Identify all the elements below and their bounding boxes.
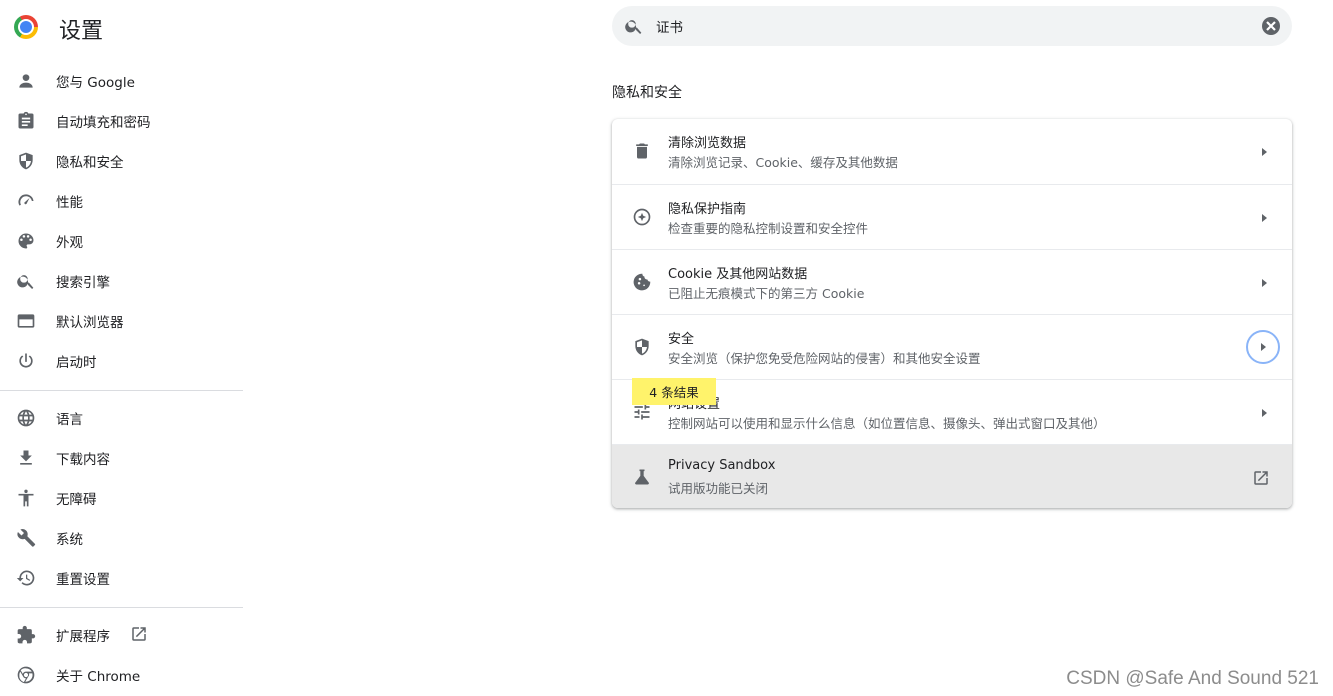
row-subtitle: 检查重要的隐私控制设置和安全控件 [668,221,869,236]
sidebar-item-label: 性能 [56,195,83,211]
sidebar-item-label: 关于 Chrome [56,669,141,685]
row-privacy-sandbox[interactable]: Privacy Sandbox 试用版功能已关闭 [612,444,1292,508]
sidebar-divider [0,390,243,391]
sidebar-item-privacy-security[interactable]: 隐私和安全 [0,141,243,181]
sidebar-item-system[interactable]: 系统 [0,518,243,558]
speedometer-icon [16,191,36,211]
row-title: Cookie 及其他网站数据 [668,267,808,282]
row-title: Privacy Sandbox [668,458,776,473]
sidebar-item-label: 语言 [56,412,83,428]
chevron-right-icon [1246,330,1280,364]
search-results-badge: 4 条结果 [632,378,716,405]
sidebar-item-performance[interactable]: 性能 [0,181,243,221]
clipboard-icon [16,111,36,131]
chevron-right-icon [1258,145,1270,157]
privacy-security-card: 清除浏览数据 清除浏览记录、Cookie、缓存及其他数据 隐私保护指南 检查重要… [612,119,1292,508]
browser-window-icon [16,311,36,331]
sidebar-item-label: 隐私和安全 [56,155,124,171]
search-input[interactable] [656,15,1236,37]
compass-icon [632,207,652,227]
sidebar-item-languages[interactable]: 语言 [0,398,243,438]
sidebar-item-downloads[interactable]: 下载内容 [0,438,243,478]
sidebar-item-search-engine[interactable]: 搜索引擎 [0,261,243,301]
palette-icon [16,231,36,251]
sidebar-item-label: 外观 [56,235,83,251]
row-title: 清除浏览数据 [668,136,747,151]
sidebar-divider [0,607,243,608]
page-title: 设置 [59,19,104,44]
row-security[interactable]: 安全 安全浏览（保护您免受危险网站的侵害）和其他安全设置 [612,314,1292,379]
sidebar-item-extensions[interactable]: 扩展程序 [0,615,243,655]
search-icon [16,271,36,291]
chevron-right-icon [1258,211,1270,223]
row-cookies[interactable]: Cookie 及其他网站数据 已阻止无痕模式下的第三方 Cookie [612,249,1292,314]
row-subtitle: 安全浏览（保护您免受危险网站的侵害）和其他安全设置 [668,351,981,366]
trash-icon [632,141,652,161]
sidebar-item-appearance[interactable]: 外观 [0,221,243,261]
sidebar-item-label: 系统 [56,532,83,548]
row-clear-browsing-data[interactable]: 清除浏览数据 清除浏览记录、Cookie、缓存及其他数据 [612,119,1292,184]
open-in-new-icon [130,625,148,643]
sidebar-item-label: 扩展程序 [56,629,110,645]
chevron-right-icon [1258,276,1270,288]
sidebar-item-about-chrome[interactable]: 关于 Chrome [0,655,243,695]
power-icon [16,351,36,371]
row-subtitle: 控制网站可以使用和显示什么信息（如位置信息、摄像头、弹出式窗口及其他） [668,416,1106,431]
sidebar-item-on-startup[interactable]: 启动时 [0,341,243,381]
watermark: CSDN @Safe And Sound 521 [1066,668,1319,689]
cookie-icon [632,272,652,292]
open-in-new-icon [1252,469,1270,487]
globe-icon [16,408,36,428]
section-title: 隐私和安全 [612,85,682,101]
row-subtitle: 清除浏览记录、Cookie、缓存及其他数据 [668,155,898,170]
row-privacy-guide[interactable]: 隐私保护指南 检查重要的隐私控制设置和安全控件 [612,184,1292,249]
sidebar-item-default-browser[interactable]: 默认浏览器 [0,301,243,341]
sidebar-item-reset-settings[interactable]: 重置设置 [0,558,243,598]
row-subtitle: 试用版功能已关闭 [668,481,769,496]
sidebar-item-accessibility[interactable]: 无障碍 [0,478,243,518]
row-title: 安全 [668,332,695,347]
download-icon [16,448,36,468]
sidebar-item-label: 搜索引擎 [56,275,110,291]
shield-icon [16,151,36,171]
sidebar-item-label: 自动填充和密码 [56,115,151,131]
search-icon [624,16,644,36]
sidebar-item-you-and-google[interactable]: 您与 Google [0,61,243,101]
sidebar-item-label: 启动时 [56,355,97,371]
settings-search-bar [612,6,1292,46]
puzzle-icon [16,625,36,645]
accessibility-icon [16,488,36,508]
clear-search-icon[interactable] [1262,17,1280,35]
flask-icon [632,467,652,487]
shield-icon [632,337,652,357]
row-title: 隐私保护指南 [668,202,747,217]
row-subtitle: 已阻止无痕模式下的第三方 Cookie [668,286,865,301]
sidebar-item-label: 默认浏览器 [56,315,124,331]
sidebar-item-label: 重置设置 [56,572,110,588]
sidebar-item-label: 下载内容 [56,452,110,468]
sidebar-item-label: 您与 Google [56,75,135,91]
chrome-icon [16,665,36,685]
person-icon [16,71,36,91]
chevron-right-icon [1258,406,1270,418]
tune-icon [632,402,652,422]
sidebar-item-label: 无障碍 [56,492,97,508]
history-icon [16,568,36,588]
chrome-logo-icon [14,15,38,39]
wrench-icon [16,528,36,548]
chrome-logo [14,12,38,42]
sidebar-item-autofill[interactable]: 自动填充和密码 [0,101,243,141]
